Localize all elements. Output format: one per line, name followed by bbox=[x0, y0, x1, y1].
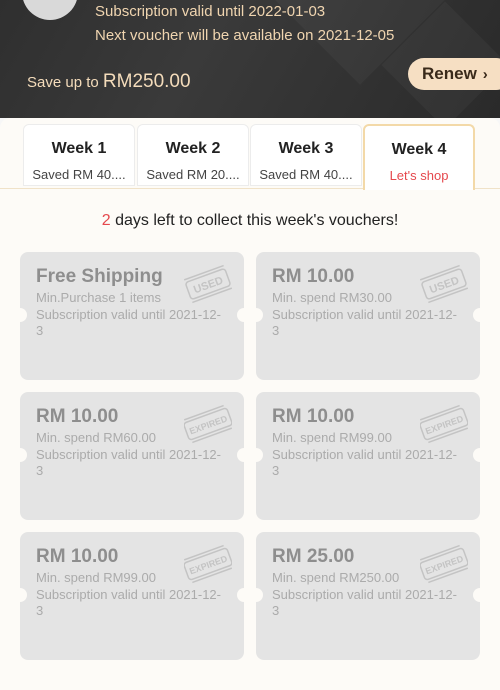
voucher-card[interactable]: RM 25.00 Min. spend RM250.00 Subscriptio… bbox=[249, 532, 487, 660]
tab-week-3[interactable]: Week 3 Saved RM 40.... bbox=[250, 124, 362, 186]
expired-stamp-icon: EXPIRED bbox=[184, 540, 232, 588]
days-left-count: 2 bbox=[101, 212, 111, 229]
tab-subtitle: Saved RM 20.... bbox=[146, 167, 240, 182]
days-left-text: days left to collect this week's voucher… bbox=[110, 212, 399, 229]
voucher-notch bbox=[249, 308, 263, 322]
expired-stamp-icon: EXPIRED bbox=[420, 400, 468, 448]
voucher-notch bbox=[473, 448, 487, 462]
voucher-notch bbox=[249, 448, 263, 462]
subscription-header: Subscription valid until 2022-01-03 Next… bbox=[0, 0, 500, 118]
voucher-notch bbox=[473, 308, 487, 322]
voucher-card[interactable]: RM 10.00 Min. spend RM30.00 Subscription… bbox=[249, 252, 487, 380]
voucher-notch bbox=[13, 588, 27, 602]
voucher-card[interactable]: RM 10.00 Min. spend RM99.00 Subscription… bbox=[13, 532, 251, 660]
tab-title: Week 1 bbox=[51, 140, 107, 157]
voucher-card[interactable]: Free Shipping Min.Purchase 1 items Subsc… bbox=[13, 252, 251, 380]
voucher-validity: Subscription valid until 2021-12-3 bbox=[36, 447, 221, 478]
next-voucher-text: Next voucher will be available on 2021-1… bbox=[95, 27, 395, 44]
voucher-validity: Subscription valid until 2021-12-3 bbox=[36, 587, 221, 618]
save-amount: RM250.00 bbox=[102, 71, 191, 92]
voucher-validity: Subscription valid until 2021-12-3 bbox=[272, 447, 457, 478]
voucher-notch bbox=[473, 588, 487, 602]
voucher-notch bbox=[249, 588, 263, 602]
tab-subtitle: Saved RM 40.... bbox=[259, 167, 353, 182]
voucher-validity: Subscription valid until 2021-12-3 bbox=[272, 587, 457, 618]
voucher-validity: Subscription valid until 2021-12-3 bbox=[36, 307, 221, 338]
used-stamp-icon: USED bbox=[184, 260, 232, 308]
tab-subtitle: Saved RM 40.... bbox=[32, 167, 126, 182]
tab-title: Week 4 bbox=[391, 141, 447, 158]
subscription-valid-text: Subscription valid until 2022-01-03 bbox=[95, 3, 326, 20]
tab-title: Week 3 bbox=[278, 140, 334, 157]
renew-label: Renew bbox=[422, 64, 477, 83]
expired-stamp-icon: EXPIRED bbox=[184, 400, 232, 448]
expired-stamp-icon: EXPIRED bbox=[420, 540, 468, 588]
tab-subtitle: Let's shop bbox=[389, 168, 449, 183]
voucher-notch bbox=[13, 448, 27, 462]
voucher-card[interactable]: RM 10.00 Min. spend RM99.00 Subscription… bbox=[249, 392, 487, 520]
voucher-card[interactable]: RM 10.00 Min. spend RM60.00 Subscription… bbox=[13, 392, 251, 520]
days-left-message: 2 days left to collect this week's vouch… bbox=[0, 212, 500, 230]
tab-week-2[interactable]: Week 2 Saved RM 20.... bbox=[137, 124, 249, 186]
save-up-to: Save up to RM250.00 bbox=[27, 71, 191, 93]
tab-week-1[interactable]: Week 1 Saved RM 40.... bbox=[23, 124, 135, 186]
renew-button[interactable]: Renew › bbox=[408, 58, 500, 90]
used-stamp-icon: USED bbox=[420, 260, 468, 308]
avatar bbox=[22, 0, 78, 20]
tab-week-4[interactable]: Week 4 Let's shop bbox=[363, 124, 475, 190]
tab-title: Week 2 bbox=[165, 140, 221, 157]
vouchers-panel: Week 1 Saved RM 40.... Week 2 Saved RM 2… bbox=[0, 118, 500, 690]
save-prefix: Save up to bbox=[27, 74, 103, 91]
voucher-validity: Subscription valid until 2021-12-3 bbox=[272, 307, 457, 338]
chevron-right-icon: › bbox=[482, 65, 488, 83]
voucher-notch bbox=[13, 308, 27, 322]
